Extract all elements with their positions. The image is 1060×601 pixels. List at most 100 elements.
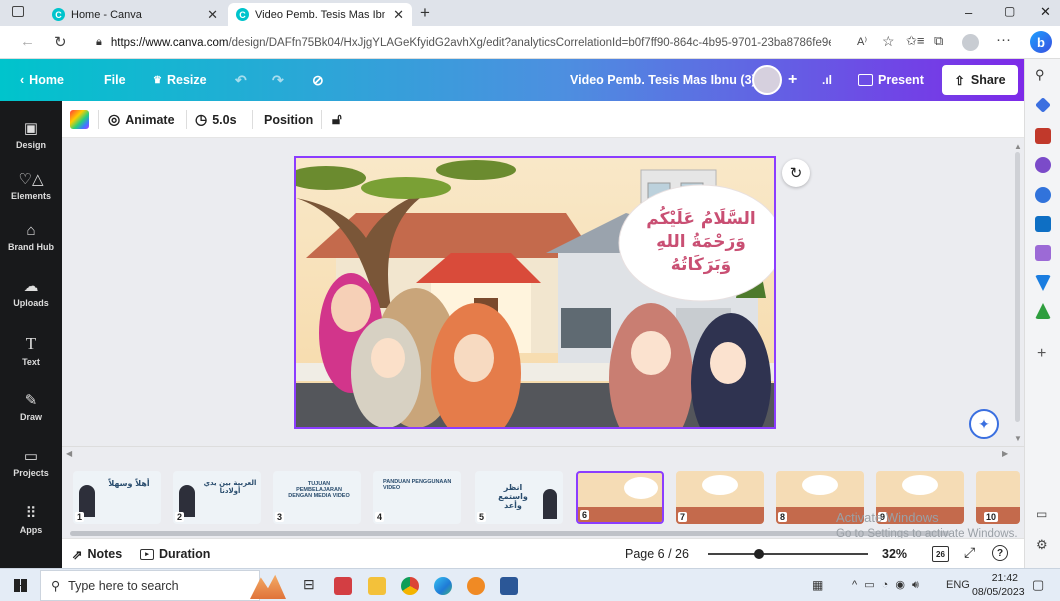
horizontal-scrollbar-thumb[interactable] [70,531,950,536]
sidebar-item-label: Projects [13,468,49,478]
thumb-title: PANDUAN PENGGUNAAN VIDEO [383,479,452,491]
upload-icon: ⇧ [954,73,965,88]
toolbox-icon[interactable] [1035,128,1051,144]
resize-button[interactable]: ♛ Resize [153,59,207,101]
back-icon[interactable]: ← [20,33,35,50]
page-thumbnail[interactable]: أهلاً وسهلاً 1 [73,471,161,524]
redo-button[interactable]: ↷ [272,59,284,101]
magic-assistant-button[interactable]: ✦ [969,409,999,439]
minimize-button[interactable]: – [965,5,972,20]
collaborator-avatar[interactable] [752,65,782,95]
tab-actions-icon[interactable] [12,6,24,17]
shopping-tag-icon[interactable] [1035,97,1051,113]
share-button[interactable]: ⇧ Share [942,65,1018,95]
system-tray-icons[interactable]: ^ ▭ ◔ ◉ 🔊︎ [852,578,921,592]
sidebar-item-apps[interactable]: ⠿ Apps [0,504,62,535]
maximize-button[interactable]: ▢ [1004,4,1015,18]
file-menu[interactable]: File [104,59,126,101]
sidebar-item-uploads[interactable]: ☁ Uploads [0,277,62,308]
tab-close-icon[interactable]: ✕ [393,7,404,23]
more-menu-icon[interactable]: ··· [996,31,1011,48]
search-app-icon[interactable] [467,577,485,595]
duration-button[interactable]: ▸ Duration [140,539,210,569]
page-thumbnail[interactable]: انظر واستمع وأعد 5 [475,471,563,524]
profile-avatar[interactable] [962,34,979,51]
sidebar-item-design[interactable]: ▣ Design [0,119,62,150]
sidebar-item-draw[interactable]: ✎ Draw [0,391,62,422]
sidebar-item-brand-hub[interactable]: ⌂ Brand Hub [0,222,62,252]
drop-icon[interactable] [1035,275,1051,291]
thumb-title: العربية بين يدي أولادنا [203,479,257,495]
add-collaborator-button[interactable]: + [788,59,797,101]
draw-icon: ✎ [24,392,38,409]
designer-icon[interactable] [1035,245,1051,261]
browser-tab-home[interactable]: C Home - Canva ✕ [44,3,226,26]
task-view-icon[interactable]: ⊟ [303,576,315,593]
url-field[interactable]: 🔒︎ https://www.canva.com/design/DAFfn75B… [96,31,831,54]
games-icon[interactable] [1035,157,1051,173]
microsoft365-icon[interactable] [1035,187,1051,203]
undo-button[interactable]: ↶ [235,59,247,101]
clock[interactable]: 21:42 08/05/2023 [972,571,1025,599]
page-thumbnail[interactable]: PANDUAN PENGGUNAAN VIDEO 4 [373,471,461,524]
page-thumbnail[interactable]: العربية بين يدي أولادنا 2 [173,471,261,524]
notes-button[interactable]: ⇗ Notes [72,539,122,569]
edge-icon[interactable] [434,577,452,595]
animate-button[interactable]: ◎ Animate [108,101,175,138]
bing-icon[interactable]: b [1030,31,1052,53]
browser-tab-active[interactable]: C Video Pemb. Tesis Mas Ibnu (3) - ✕ [228,3,412,26]
page-thumbnail[interactable]: TUJUAN PEMBELAJARAN DENGAN MEDIA VIDEO 3 [273,471,361,524]
home-button[interactable]: ‹ Home [20,59,64,101]
scroll-down-arrow[interactable]: ▼ [1014,434,1022,443]
refresh-icon[interactable]: ↻ [54,33,67,51]
sidebar-item-elements[interactable]: ♡△ Elements [0,170,62,201]
insights-icon[interactable]: .ıl [822,59,832,101]
taskbar-search-box[interactable]: ⚲ Type here to search [40,570,260,601]
slide-canvas[interactable]: السَّلَامُ عَلَيْكُم وَرَحْمَةُ اللهِ وَ… [294,156,776,429]
sidebar-item-projects[interactable]: ▭ Projects [0,447,62,478]
document-title[interactable]: Video Pemb. Tesis Mas Ibnu (3) [570,59,756,101]
favorites-icon[interactable]: ✩≡ [906,33,924,49]
help-icon[interactable]: ? [992,545,1008,561]
page-thumbnail[interactable]: 7 [676,471,764,524]
zoom-slider-track[interactable] [708,553,868,555]
close-window-button[interactable]: ✕ [1040,4,1051,20]
collections-icon[interactable]: ⧉ [934,33,943,49]
windows-start-icon[interactable] [14,579,27,592]
tree-icon[interactable] [1035,303,1051,319]
notification-icon[interactable]: ▢ [1032,577,1044,593]
strip-scroll-right-arrow[interactable]: ▶ [1002,449,1008,458]
add-sidebar-app-icon[interactable]: + [1037,345,1046,363]
language-indicator[interactable]: ENG [946,579,970,591]
zoom-slider-thumb[interactable] [754,549,765,559]
lock-button[interactable]: 🔓︎ [332,101,342,138]
settings-gear-icon[interactable]: ⚙ [1036,537,1048,553]
page-thumbnail-selected[interactable]: 6 [576,471,664,524]
scroll-up-arrow[interactable]: ▲ [1014,142,1022,151]
page-indicator[interactable]: Page 6 / 26 [625,539,689,569]
news-widget-icon[interactable]: ▦ [812,578,823,592]
read-aloud-icon[interactable]: A⁾ [857,35,867,48]
fullscreen-icon[interactable]: ⤢ [964,544,975,561]
word-icon[interactable] [500,577,518,595]
position-button[interactable]: Position [264,101,313,138]
app-icon-red[interactable] [334,577,352,595]
sidebar-item-text[interactable]: T Text [0,334,62,367]
vertical-scrollbar-thumb[interactable] [1015,152,1020,422]
new-tab-button[interactable]: + [420,3,430,23]
outlook-icon[interactable] [1035,216,1051,232]
tab-close-icon[interactable]: ✕ [207,7,218,23]
color-picker-swatch[interactable] [70,110,89,129]
strip-scroll-left-arrow[interactable]: ◀ [66,449,72,458]
zoom-level[interactable]: 32% [882,539,907,569]
cloud-saved-icon[interactable]: ⊘ [312,59,324,101]
sidebar-toggle-icon[interactable]: ▭ [1036,507,1047,521]
chrome-icon[interactable] [401,577,419,595]
grid-view-button[interactable]: 26 [932,546,949,562]
favorite-star-icon[interactable]: ☆ [882,33,895,50]
present-button[interactable]: Present [858,59,924,101]
duration-button[interactable]: ◷ 5.0s [195,101,237,138]
search-icon[interactable]: ⚲ [1035,67,1045,83]
rotate-refresh-button[interactable]: ↻ [782,159,810,187]
file-explorer-icon[interactable] [368,577,386,595]
